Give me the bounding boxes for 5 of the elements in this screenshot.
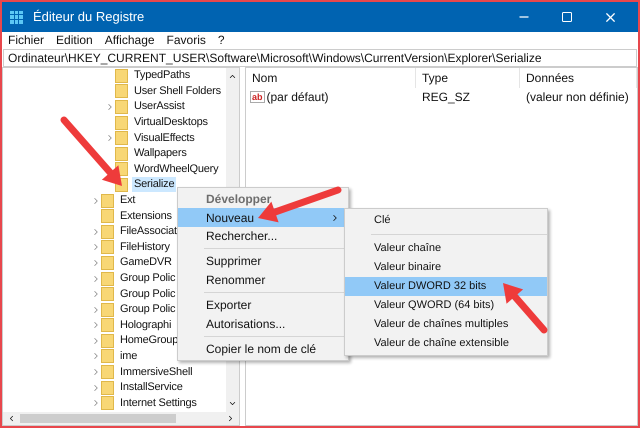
- value-data: (valeur non définie): [525, 89, 630, 106]
- window-title: Éditeur du Registre: [33, 8, 144, 26]
- string-value-icon: ab: [250, 91, 265, 103]
- value-name: (par défaut): [266, 89, 329, 106]
- value-type: REG_SZ: [421, 89, 472, 106]
